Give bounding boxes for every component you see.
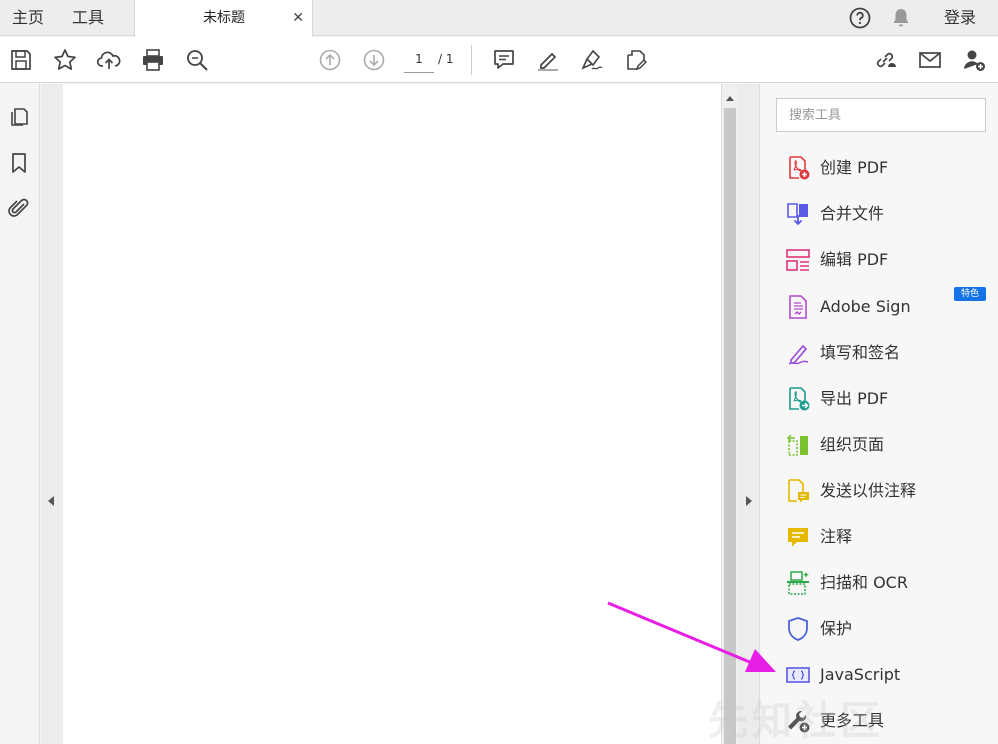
adobe-sign-icon [785, 294, 811, 320]
tools-pane: 创建 PDF 合并文件 编辑 PDF Adobe Sign 填写和签名 [761, 84, 998, 744]
tool-protect[interactable]: 保护 [785, 611, 985, 647]
zoom-search-icon[interactable] [184, 47, 210, 73]
share-link-icon[interactable] [872, 47, 898, 73]
top-tab-bar: 主页 工具 未标题 ✕ 登录 [0, 0, 998, 37]
scrollbar-thumb[interactable] [724, 108, 736, 744]
tool-combine-files[interactable]: 合并文件 [785, 196, 985, 232]
star-bookmark-icon[interactable] [52, 47, 78, 73]
tool-label: Adobe Sign [820, 297, 911, 316]
comment-icon[interactable] [491, 47, 517, 73]
scan-ocr-icon [785, 570, 811, 596]
collapse-right-pane-handle[interactable] [738, 84, 760, 744]
acrobat-window: 主页 工具 未标题 ✕ 登录 1 / 1 搜索工具 创建 PDF 合并文件 编辑… [0, 0, 998, 744]
bookmarks-icon[interactable] [7, 151, 31, 175]
edit-pdf-icon [785, 247, 811, 273]
left-navigation-pane [0, 84, 40, 744]
right-arrow-icon [746, 496, 752, 506]
tool-label: 编辑 PDF [820, 250, 889, 269]
tool-edit-pdf[interactable]: 编辑 PDF [785, 242, 985, 278]
combine-files-icon [785, 201, 811, 227]
search-tools-input[interactable] [776, 98, 986, 132]
highlight-pen-icon[interactable] [535, 47, 561, 73]
previous-page-icon[interactable] [317, 47, 343, 73]
tool-send-for-comment[interactable]: 发送以供注释 [785, 473, 985, 509]
send-comment-icon [785, 478, 811, 504]
page-number-input[interactable]: 1 [404, 47, 434, 73]
tool-comment[interactable]: 注释 [785, 519, 985, 555]
add-user-icon[interactable] [961, 47, 987, 73]
page-thumbnails-icon[interactable] [7, 104, 31, 128]
home-tab[interactable]: 主页 [12, 0, 44, 36]
create-pdf-icon [785, 155, 811, 181]
fill-sign-icon [785, 340, 811, 366]
tool-label: 发送以供注释 [820, 481, 917, 500]
help-icon[interactable] [848, 6, 872, 30]
tool-fill-sign[interactable]: 填写和签名 [785, 335, 985, 371]
tool-label: 创建 PDF [820, 158, 889, 177]
main-toolbar: 1 / 1 [0, 37, 998, 83]
comment-icon [785, 524, 811, 550]
notification-bell-icon[interactable] [889, 6, 913, 30]
tool-label: 填写和签名 [820, 343, 901, 362]
close-tab-icon[interactable]: ✕ [292, 0, 304, 36]
tool-organize-pages[interactable]: 组织页面 [785, 427, 985, 463]
attachments-paperclip-icon[interactable] [7, 196, 31, 220]
tool-label: 扫描和 OCR [820, 573, 908, 592]
document-tab[interactable]: 未标题 ✕ [134, 0, 313, 37]
document-view [41, 84, 721, 744]
tool-label: 保护 [820, 619, 853, 638]
tool-export-pdf[interactable]: 导出 PDF [785, 381, 985, 417]
javascript-icon [785, 662, 811, 688]
tool-create-pdf[interactable]: 创建 PDF [785, 150, 985, 186]
toolbar-divider [471, 45, 472, 75]
print-icon[interactable] [140, 47, 166, 73]
collapse-left-pane-handle[interactable] [41, 84, 63, 744]
next-page-icon[interactable] [361, 47, 387, 73]
pdf-page[interactable] [63, 84, 721, 744]
scroll-up-arrow-icon[interactable] [726, 96, 734, 101]
cloud-upload-icon[interactable] [96, 47, 122, 73]
page-total: / 1 [438, 52, 454, 66]
featured-badge: 特色 [954, 287, 986, 301]
tool-label: 合并文件 [820, 204, 885, 223]
vertical-scrollbar[interactable] [721, 84, 738, 744]
protect-icon [785, 616, 811, 642]
document-tab-title: 未标题 [203, 10, 245, 26]
tool-label: 导出 PDF [820, 389, 889, 408]
tools-tab[interactable]: 工具 [72, 0, 104, 36]
left-arrow-icon [48, 496, 54, 506]
save-icon[interactable] [8, 47, 34, 73]
watermark: 先知社区 [708, 698, 884, 744]
tool-label: 注释 [820, 527, 853, 546]
tool-label: 组织页面 [820, 435, 885, 454]
login-link[interactable]: 登录 [944, 0, 976, 36]
export-pdf-icon [785, 386, 811, 412]
sign-pen-icon[interactable] [579, 47, 605, 73]
email-icon[interactable] [917, 47, 943, 73]
tool-scan-ocr[interactable]: 扫描和 OCR [785, 565, 985, 601]
organize-pages-icon [785, 432, 811, 458]
edit-document-icon[interactable] [623, 47, 649, 73]
